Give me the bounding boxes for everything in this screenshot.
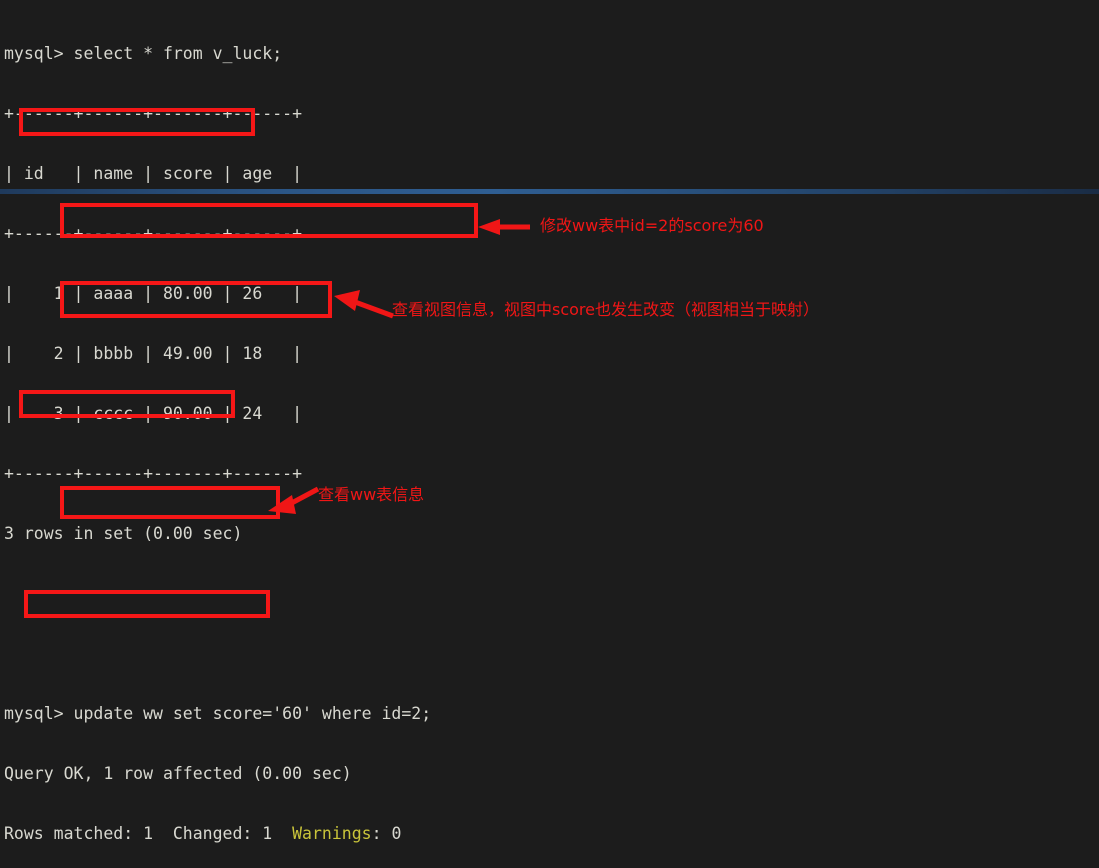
terminal-output[interactable]: mysql> select * from v_luck; +------+---…	[4, 4, 1094, 868]
warnings-label: Warnings	[292, 824, 372, 843]
rows-matched-text: Rows matched: 1 Changed: 1	[4, 824, 293, 843]
annotation-ww-note: 查看ww表信息	[318, 485, 425, 504]
terminal-line-warnings: Rows matched: 1 Changed: 1 Warnings: 0	[4, 824, 1094, 844]
terminal-screen: mysql> select * from v_luck; +------+---…	[0, 0, 1099, 868]
terminal-line: | 2 | bbbb | 49.00 | 18 |	[4, 344, 303, 363]
annotation-update-note: 修改ww表中id=2的score为60	[540, 216, 764, 235]
terminal-line: +------+------+-------+------+	[4, 464, 303, 483]
terminal-line: | id | name | score | age |	[4, 164, 303, 183]
session-divider-bar	[0, 189, 1099, 194]
terminal-line: +------+------+-------+------+	[4, 104, 303, 123]
annotation-view-note: 查看视图信息，视图中score也发生改变（视图相当于映射）	[392, 300, 819, 319]
terminal-line: | 3 | cccc | 90.00 | 24 |	[4, 404, 303, 423]
terminal-line: mysql> update ww set score='60' where id…	[4, 704, 432, 723]
terminal-line: mysql> select * from v_luck;	[4, 44, 283, 63]
terminal-line: 3 rows in set (0.00 sec)	[4, 524, 243, 543]
terminal-line: Query OK, 1 row affected (0.00 sec)	[4, 764, 352, 783]
warnings-value: : 0	[371, 824, 402, 843]
